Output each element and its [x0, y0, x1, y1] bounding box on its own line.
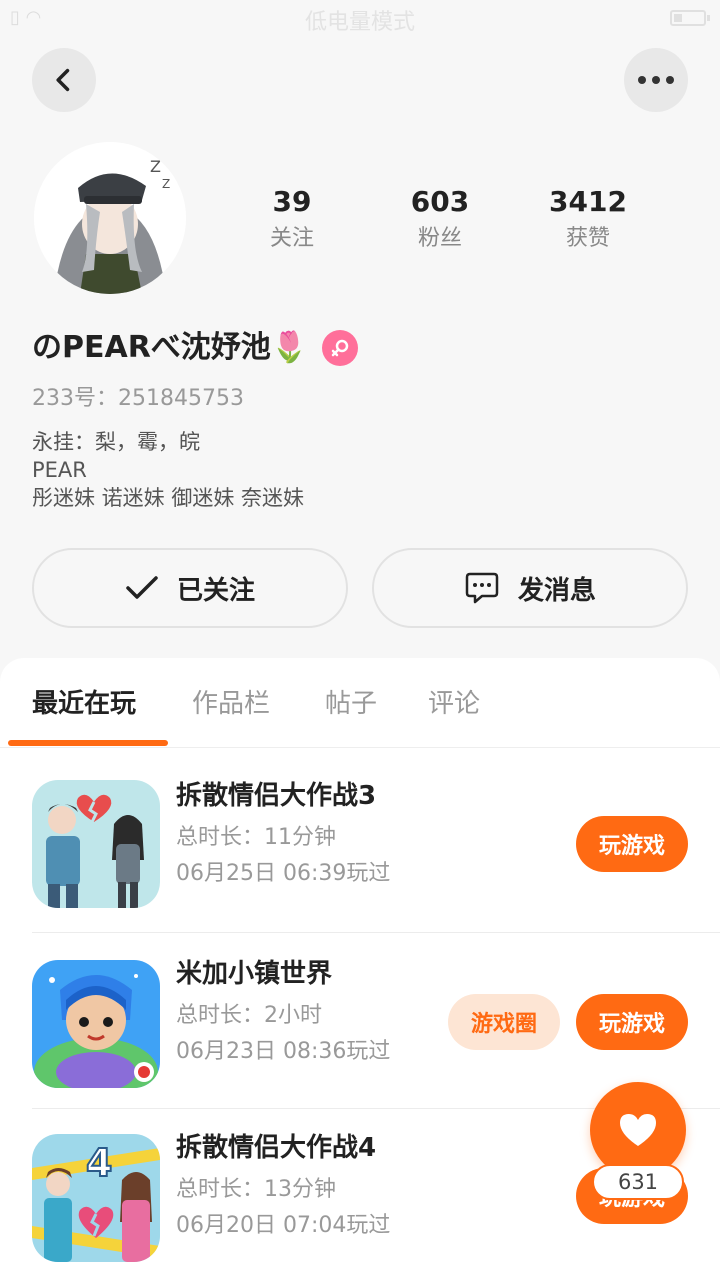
- like-count: 631: [592, 1164, 684, 1200]
- chat-bubble-icon: [465, 572, 499, 604]
- game-icon: [32, 960, 160, 1088]
- username-row: のPEARべ沈妤池🌷: [32, 324, 359, 372]
- game-icon: 4: [32, 1134, 160, 1262]
- bio-line: 彤迷妹 诺迷妹 御迷妹 奈迷妹: [32, 486, 305, 510]
- female-gender-icon: [322, 330, 359, 366]
- stat-likes-value: 3412: [549, 185, 627, 218]
- username: のPEARべ沈妤池🌷: [32, 330, 309, 365]
- send-message-label: 发消息: [517, 575, 596, 606]
- tab-works[interactable]: 作品栏: [192, 686, 270, 722]
- tab-recent-playing[interactable]: 最近在玩: [32, 686, 136, 722]
- game-duration: 总时长：13分钟: [176, 1177, 336, 1202]
- stat-following-label: 关注: [269, 226, 314, 251]
- stat-likes[interactable]: 3412 获赞: [528, 184, 648, 254]
- game-name: 米加小镇世界: [176, 959, 333, 989]
- game-duration: 总时长：2小时: [176, 1003, 322, 1028]
- game-name: 拆散情侣大作战4: [176, 1133, 377, 1163]
- svg-text:4: 4: [86, 1141, 112, 1185]
- stat-fans-value: 603: [410, 185, 470, 218]
- tab-comments[interactable]: 评论: [428, 686, 480, 722]
- heart-icon: [620, 1114, 656, 1146]
- play-game-button[interactable]: 玩游戏: [576, 994, 688, 1050]
- svg-text:Z: Z: [150, 157, 161, 176]
- list-item[interactable]: 米加小镇世界 总时长：2小时 06月23日 08:36玩过 游戏圈 玩游戏: [0, 934, 720, 1110]
- bio: 永挂：梨，霉，皖 PEAR 彤迷妹 诺迷妹 御迷妹 奈迷妹: [32, 428, 304, 512]
- play-game-button[interactable]: 玩游戏: [576, 816, 688, 872]
- chevron-left-icon: [56, 68, 70, 92]
- game-icon: [32, 780, 160, 908]
- avatar[interactable]: Z Z: [34, 142, 186, 294]
- tab-bar: 最近在玩 作品栏 帖子 评论: [0, 658, 720, 748]
- divider: [32, 932, 720, 933]
- bio-line: PEAR: [32, 458, 87, 482]
- battery-icon: [670, 10, 710, 26]
- stat-following[interactable]: 39 关注: [232, 184, 352, 254]
- tab-posts[interactable]: 帖子: [325, 686, 377, 722]
- game-circle-button[interactable]: 游戏圈: [448, 994, 560, 1050]
- game-last-played: 06月23日 08:36玩过: [176, 1039, 391, 1064]
- stat-likes-label: 获赞: [565, 226, 610, 251]
- following-label: 已关注: [176, 575, 255, 606]
- user-id: 233号：251845753: [32, 386, 244, 411]
- avatar-image: Z Z: [34, 142, 186, 294]
- stat-fans[interactable]: 603 粉丝: [380, 184, 500, 254]
- game-last-played: 06月25日 06:39玩过: [176, 861, 391, 886]
- game-duration: 总时长：11分钟: [176, 825, 336, 850]
- checkmark-icon: [126, 576, 158, 599]
- list-item[interactable]: 拆散情侣大作战3 总时长：11分钟 06月25日 06:39玩过 玩游戏: [0, 748, 720, 933]
- game-name: 拆散情侣大作战3: [176, 781, 377, 811]
- more-dots-icon: [638, 76, 674, 84]
- svg-text:Z: Z: [162, 177, 170, 191]
- game-last-played: 06月20日 07:04玩过: [176, 1213, 391, 1238]
- status-bar: ▯ ◠ 低电量模式: [0, 0, 720, 36]
- stat-following-value: 39: [272, 185, 312, 218]
- back-button[interactable]: [32, 48, 96, 112]
- send-message-button[interactable]: 发消息: [372, 548, 688, 628]
- status-mode-text: 低电量模式: [304, 10, 415, 35]
- bio-line: 永挂：梨，霉，皖: [32, 430, 200, 454]
- following-button[interactable]: 已关注: [32, 548, 348, 628]
- tab-indicator: [8, 740, 168, 746]
- more-button[interactable]: [624, 48, 688, 112]
- stat-fans-label: 粉丝: [417, 226, 462, 251]
